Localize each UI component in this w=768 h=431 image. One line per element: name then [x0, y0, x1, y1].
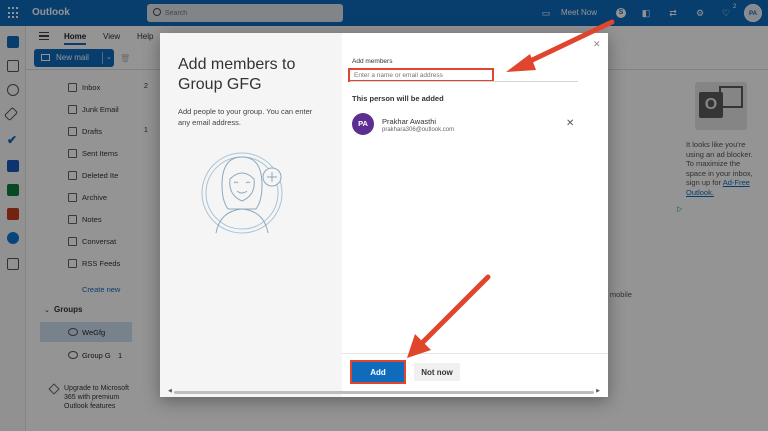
not-now-button[interactable]: Not now	[414, 363, 460, 381]
dialog-left-panel: Add members to Group GFG Add people to y…	[160, 33, 342, 397]
scroll-left-icon[interactable]: ◀	[168, 388, 172, 394]
add-person-illustration-icon	[201, 152, 283, 234]
dialog-title: Add members to Group GFG	[178, 56, 296, 93]
member-email: prakhara306@outlook.com	[382, 127, 455, 133]
add-button[interactable]: Add	[350, 360, 406, 384]
add-members-label: Add members	[352, 58, 393, 65]
member-name: Prakhar Awasthi	[382, 117, 437, 126]
scroll-right-icon[interactable]: ▶	[596, 388, 600, 394]
member-avatar: PA	[352, 113, 374, 135]
will-be-added-heading: This person will be added	[352, 94, 444, 103]
close-icon[interactable]: ✕	[593, 39, 601, 50]
remove-member-close-icon[interactable]: ✕	[566, 118, 574, 129]
add-members-input[interactable]	[348, 68, 494, 82]
horizontal-scrollbar[interactable]: ◀ ▶	[168, 388, 600, 395]
dialog-description: Add people to your group. You can enter …	[178, 107, 313, 127]
add-members-dialog: Add members to Group GFG Add people to y…	[160, 33, 608, 397]
